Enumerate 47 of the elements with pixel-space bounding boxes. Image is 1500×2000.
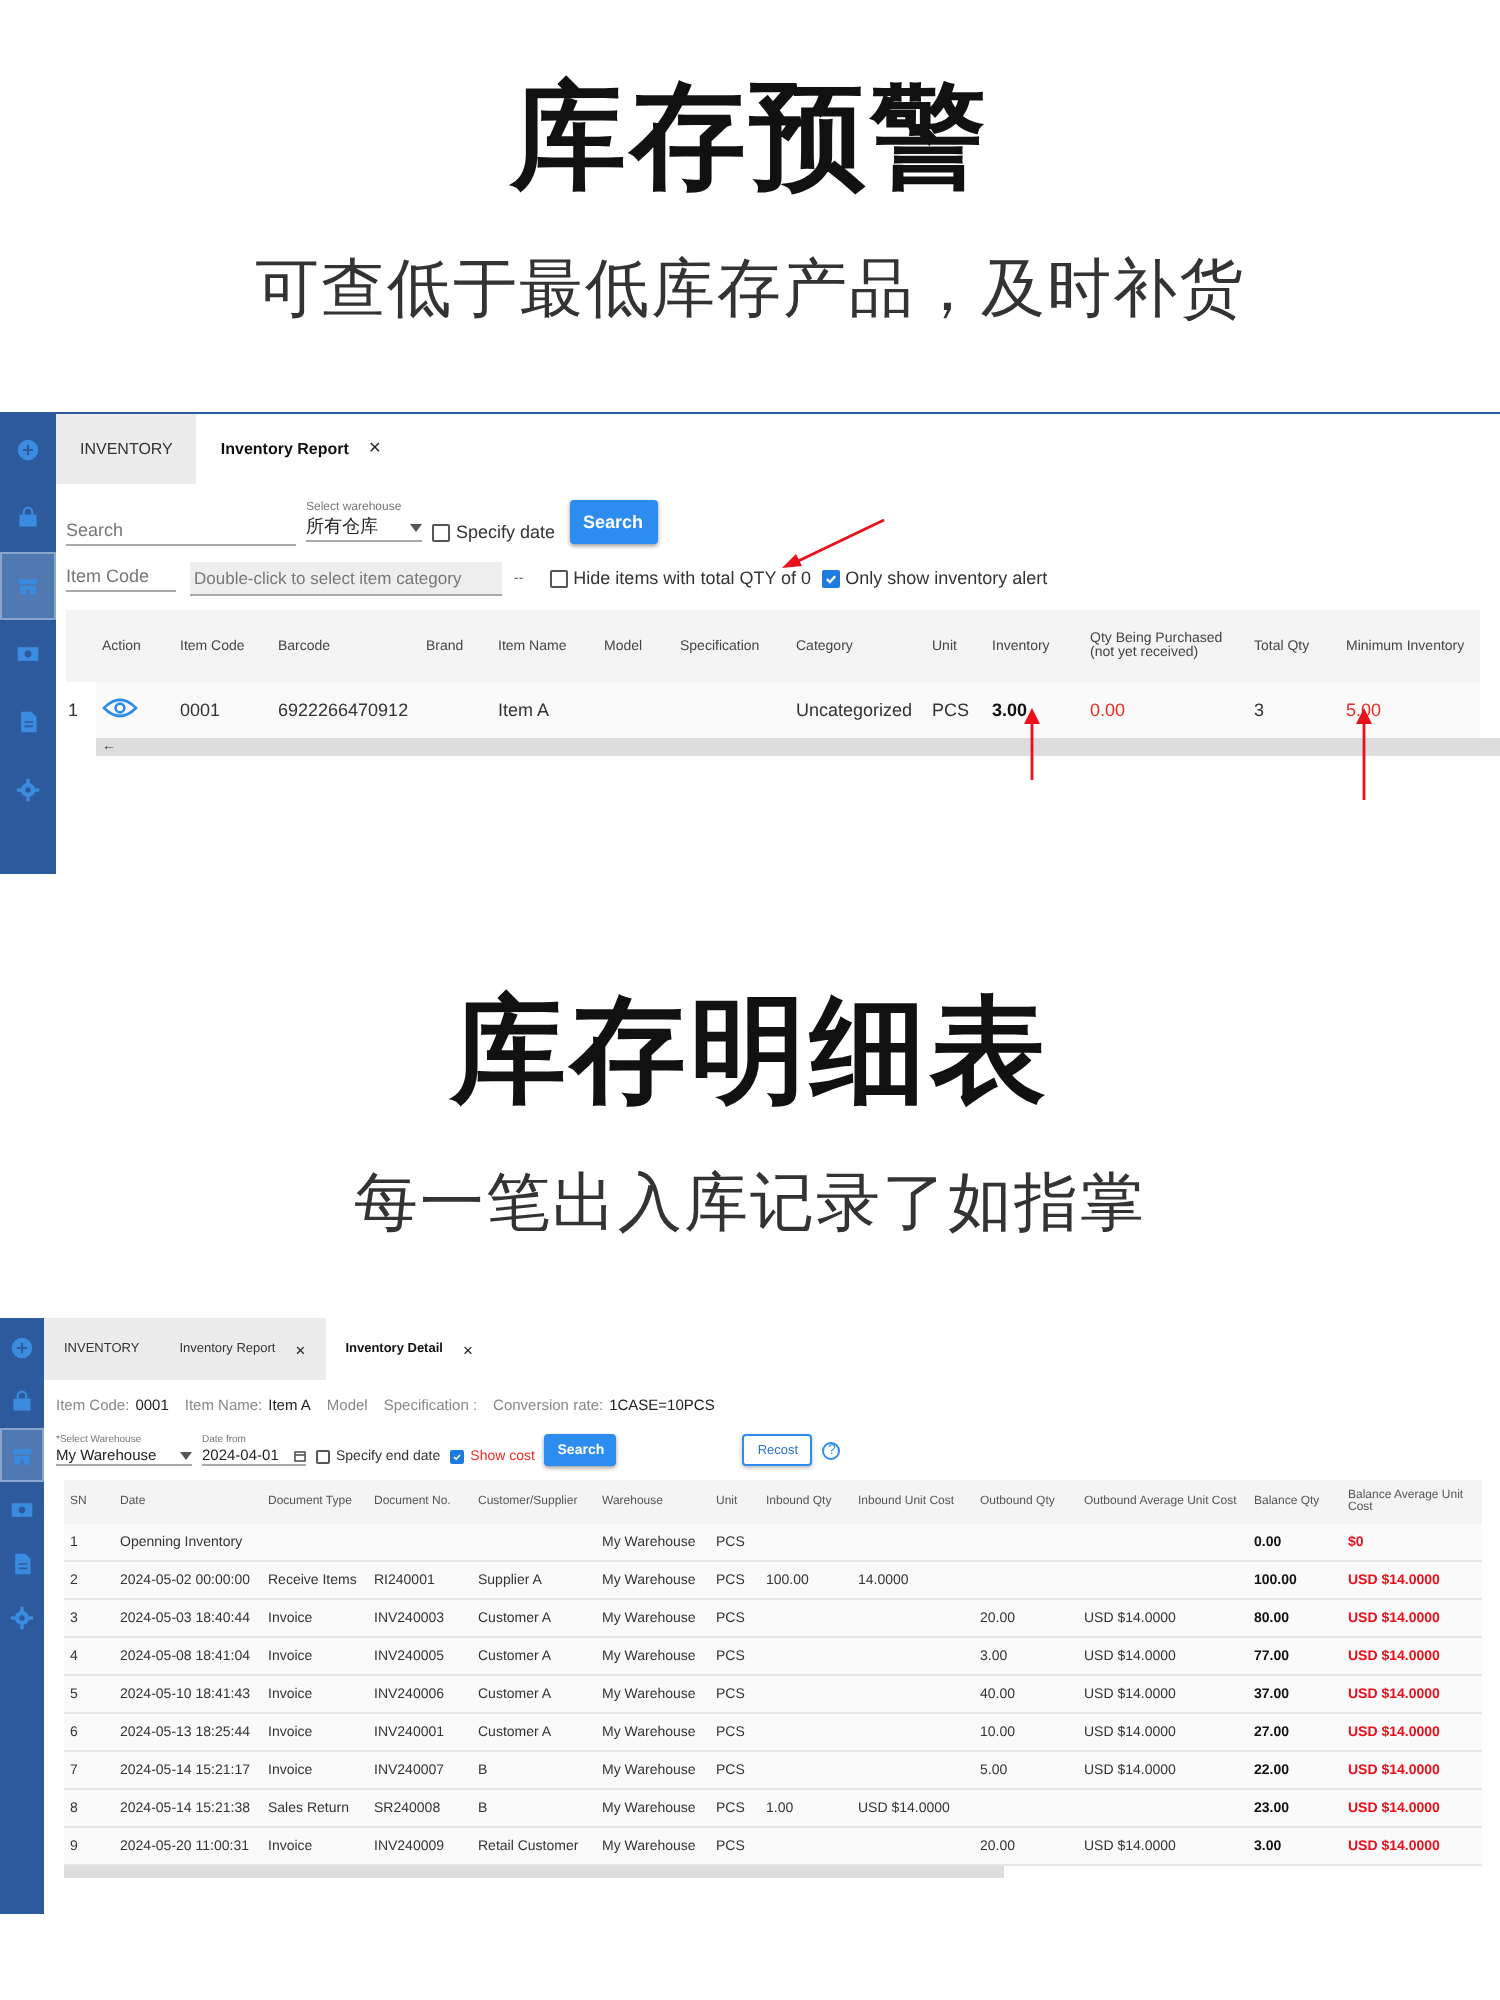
document-icon (16, 710, 40, 734)
settings-icon (10, 1605, 34, 1629)
checkbox-label: Hide items with total QTY of 0 (573, 568, 812, 588)
section-subtitle: 可查低于最低库存产品，及时补货 (255, 252, 1245, 324)
store-icon (16, 574, 40, 598)
checkbox[interactable] (549, 569, 568, 587)
bag-icon (10, 1389, 34, 1413)
search-field[interactable]: Search (66, 519, 296, 545)
row-number: 1 (68, 700, 79, 720)
banknote-icon (16, 642, 40, 666)
table-cell: 6922266470912 (278, 700, 409, 720)
store-icon (10, 1443, 34, 1467)
table-cell: Uncategorized (796, 700, 913, 720)
section-title: 库存明细表 (450, 986, 1050, 1114)
document-icon (10, 1551, 34, 1575)
banknote-icon (10, 1497, 34, 1521)
table-cell: 3 (1254, 700, 1265, 720)
eye-icon[interactable] (102, 698, 138, 718)
checkbox[interactable] (432, 523, 450, 541)
table-cell: 3.00 (992, 700, 1028, 720)
sidebar-item[interactable] (0, 552, 56, 620)
badge-icon (10, 1335, 34, 1359)
caret-icon (410, 523, 422, 531)
section-subtitle: 每一笔出入库记录了如指掌 (354, 1166, 1146, 1238)
table-cell: Item A (498, 700, 550, 720)
close-button[interactable]: × (368, 438, 381, 460)
checkbox[interactable] (316, 1449, 330, 1463)
checkbox-label: Specify date (456, 522, 556, 542)
bag-icon (16, 506, 40, 530)
checkbox-label: Only show inventory alert (845, 568, 1048, 588)
checkbox[interactable] (821, 569, 840, 587)
calendar-icon (294, 1449, 306, 1461)
item-code-field[interactable]: Item Code (66, 565, 176, 591)
close-button[interactable]: × (295, 1339, 306, 1359)
settings-icon (16, 778, 40, 802)
badge-icon (16, 438, 40, 462)
warehouse-select[interactable]: 所有仓库 (306, 514, 422, 542)
sidebar-item[interactable] (0, 1428, 44, 1482)
table-cell: PCS (932, 700, 970, 720)
section-title: 库存预警 (510, 72, 990, 200)
close-button[interactable]: × (462, 1339, 473, 1359)
checkbox[interactable] (450, 1449, 465, 1463)
caret-icon (180, 1451, 192, 1459)
tab[interactable]: INVENTORY (56, 414, 197, 484)
table-cell: 0001 (180, 700, 221, 720)
table-cell: 0.00 (1090, 700, 1126, 720)
category-field[interactable]: Double-click to select item category (190, 561, 502, 595)
